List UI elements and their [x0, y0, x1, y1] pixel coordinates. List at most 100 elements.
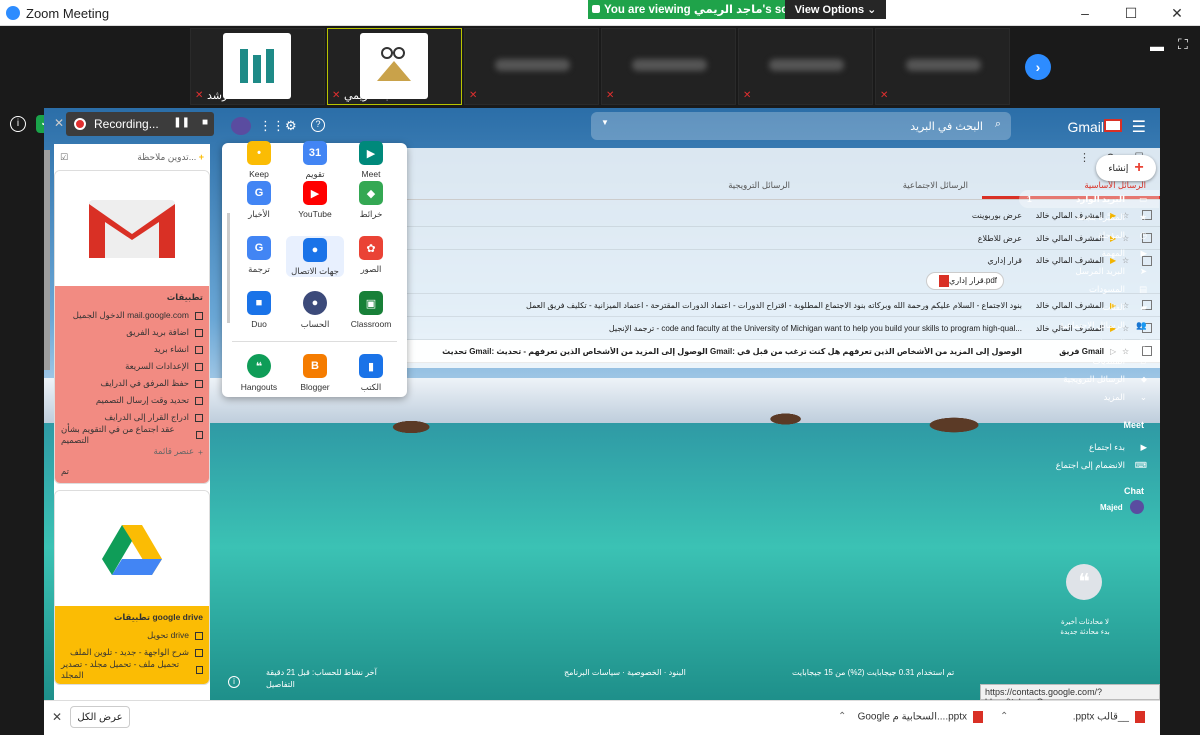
sidebar-item-promotions[interactable]: الرسائل الترويجية ⬥ — [1019, 370, 1159, 388]
pause-icon[interactable]: ❚❚ — [173, 117, 190, 128]
note-checkbox[interactable] — [195, 311, 203, 320]
sidebar-item-drafts[interactable]: المسودات ▤ — [1019, 280, 1159, 298]
main-menu-icon[interactable]: ☰ — [1132, 117, 1146, 137]
note-checkbox[interactable] — [195, 362, 203, 371]
participant-tile[interactable]: ✕ — [464, 28, 599, 105]
show-all-button[interactable]: عرض الكل — [70, 706, 130, 728]
gmail-note-image — [55, 171, 209, 286]
search-icon[interactable]: ⌕ — [995, 118, 1001, 131]
sidebar-item-updates[interactable]: 1 التحديثات ⓘ — [1019, 334, 1159, 352]
download-item[interactable]: ⌃ .pptx قالب__ — [1000, 711, 1145, 723]
gmail-logo-icon — [1104, 119, 1122, 132]
participant-tile[interactable]: ✕ منصة رشد — [190, 28, 325, 105]
more-options-icon[interactable]: ⋮ — [1079, 151, 1090, 164]
activity-details-link[interactable]: التفاصيل — [266, 680, 295, 689]
view-options-button[interactable]: View Options ⌄ — [785, 0, 886, 19]
take-note-input[interactable]: تدوين ملاحظة... — [137, 152, 196, 162]
note-checkbox[interactable] — [195, 631, 203, 640]
app-calendar[interactable]: 31 تقويم — [286, 141, 344, 180]
app-books[interactable]: ▮ الكتب — [342, 354, 400, 393]
app-youtube[interactable]: ▶ YouTube — [286, 181, 344, 219]
recording-label: Recording... — [94, 117, 159, 131]
keep-header: ☑ تدوين ملاحظة... + — [60, 151, 204, 163]
start-meeting-link[interactable]: بدء اجتماع ▶ — [1019, 438, 1159, 456]
app-duo[interactable]: ■ Duo — [230, 291, 288, 329]
next-participants-icon[interactable]: › — [1025, 54, 1051, 80]
chevron-up-icon[interactable]: ⌃ — [838, 711, 846, 722]
sidebar-item-more[interactable]: المزيد ⌄ — [1019, 388, 1159, 406]
search-options-icon[interactable]: ▼ — [601, 118, 609, 127]
start-chat-link[interactable]: بدء محادثة جديدة — [1050, 628, 1120, 636]
fullscreen-icon[interactable]: ⛶ — [1178, 36, 1188, 53]
info-icon[interactable]: i — [10, 116, 26, 132]
keep-note[interactable]: تطبيقات الدخول الجميل mail.google.com اض… — [54, 170, 210, 484]
app-meet[interactable]: ▶ Meet — [342, 141, 400, 179]
settings-gear-icon[interactable]: ⚙ — [285, 118, 297, 134]
sidebar-item-sent[interactable]: البريد المرسل ➤ — [1019, 262, 1159, 280]
tab-social[interactable]: الرسائل الاجتماعية — [804, 172, 982, 199]
note-checkbox[interactable] — [195, 413, 203, 422]
footer-links[interactable]: البنود · الخصوصية · سياسات البرنامج — [564, 668, 686, 677]
join-meeting-link[interactable]: الانضمام إلى اجتماع ⌨ — [1019, 456, 1159, 474]
close-icon[interactable]: ✕ — [1154, 0, 1200, 26]
app-hangouts[interactable]: ❝ Hangouts — [230, 354, 288, 392]
tab-promotions[interactable]: الرسائل الترويجية — [626, 172, 804, 199]
last-activity: آخر نشاط للحساب: قبل 21 دقيقة — [266, 668, 377, 677]
app-keep[interactable]: • Keep — [230, 141, 288, 179]
sidebar-item-forums[interactable]: المنتديات ▱ — [1019, 352, 1159, 370]
sidebar-item-snoozed[interactable]: المؤجلة ◷ — [1019, 226, 1159, 244]
note-checkbox[interactable] — [195, 345, 203, 354]
checkbox-icon[interactable]: ☑ — [60, 152, 68, 163]
account-avatar[interactable] — [231, 117, 251, 135]
gmail-brand: Gmail — [1067, 119, 1104, 135]
maximize-icon[interactable]: ☐ — [1108, 0, 1154, 26]
app-contacts[interactable]: ● جهات الاتصال — [286, 236, 344, 277]
participant-tile[interactable]: ✕ — [601, 28, 736, 105]
compose-button[interactable]: إنشاء + — [1096, 155, 1156, 181]
close-icon[interactable]: ✕ — [54, 116, 64, 130]
app-translate[interactable]: G ترجمة — [230, 236, 288, 275]
close-downloads-icon[interactable]: ✕ — [52, 710, 62, 724]
add-list-item[interactable]: عنصر قائمة — [153, 446, 194, 457]
participant-tile[interactable]: ✕ — [875, 28, 1010, 105]
mail-subject: قرار إداري — [987, 256, 1022, 265]
sidebar-item-inbox[interactable]: 1 البريد الوارد ▭ — [1019, 190, 1159, 208]
layout-icon[interactable]: ▬ — [1150, 38, 1164, 54]
note-checkbox[interactable] — [195, 328, 203, 337]
chat-avatar[interactable] — [1130, 500, 1144, 514]
keep-scrollbar[interactable] — [44, 150, 50, 370]
participant-tile[interactable]: ✕ — [738, 28, 873, 105]
download-item[interactable]: ⌃ Google السحابية م....pptx — [838, 711, 983, 723]
app-classroom[interactable]: ▣ Classroom — [342, 291, 400, 329]
note-done-button[interactable]: تم — [61, 466, 203, 477]
minimize-icon[interactable]: – — [1062, 0, 1108, 26]
chevron-up-icon[interactable]: ⌃ — [1000, 711, 1008, 722]
app-photos[interactable]: ✿ الصور — [342, 236, 400, 275]
attachment-chip[interactable]: قرار إداري.pdf — [926, 272, 1005, 290]
help-icon[interactable]: ? — [311, 118, 325, 132]
meet-item: بدء اجتماع — [1089, 442, 1125, 452]
app-account[interactable]: ● الحساب — [286, 291, 344, 330]
apps-grid-icon[interactable]: ⋮⋮ — [259, 118, 285, 134]
sidebar-item-social[interactable]: الرسائل الاجتماعية 👥 — [1019, 316, 1159, 334]
participant-tile-active[interactable]: ✕ ماجد الريمي — [327, 28, 462, 105]
pptx-icon — [1135, 711, 1145, 723]
note-checkbox[interactable] — [195, 648, 203, 657]
app-label: Keep — [249, 169, 269, 179]
note-checkbox[interactable] — [195, 665, 203, 674]
sidebar-label: المسودات — [1089, 284, 1125, 294]
info-icon[interactable]: i — [228, 676, 240, 688]
note-checkbox[interactable] — [195, 379, 203, 388]
sidebar-item-starred[interactable]: المميَّزة بنجمة ★ — [1019, 208, 1159, 226]
sidebar-item-important[interactable]: المهمة ▶ — [1019, 244, 1159, 262]
keep-note[interactable]: تطبيقات google drive تحويل drive شرح الو… — [54, 490, 210, 685]
note-checkbox[interactable] — [195, 396, 203, 405]
search-input[interactable]: البحث في البريد ⌕ ▼ — [591, 112, 1011, 140]
stop-icon[interactable]: ■ — [202, 117, 208, 128]
chat-user[interactable]: Majed — [1100, 503, 1123, 512]
app-blogger[interactable]: B Blogger — [286, 354, 344, 392]
note-checkbox[interactable] — [195, 430, 203, 439]
sidebar-item-categories[interactable]: الفئات ▰ — [1019, 298, 1159, 316]
app-maps[interactable]: ◆ خرائط — [342, 181, 400, 220]
app-news[interactable]: G الأخبار — [230, 181, 288, 220]
